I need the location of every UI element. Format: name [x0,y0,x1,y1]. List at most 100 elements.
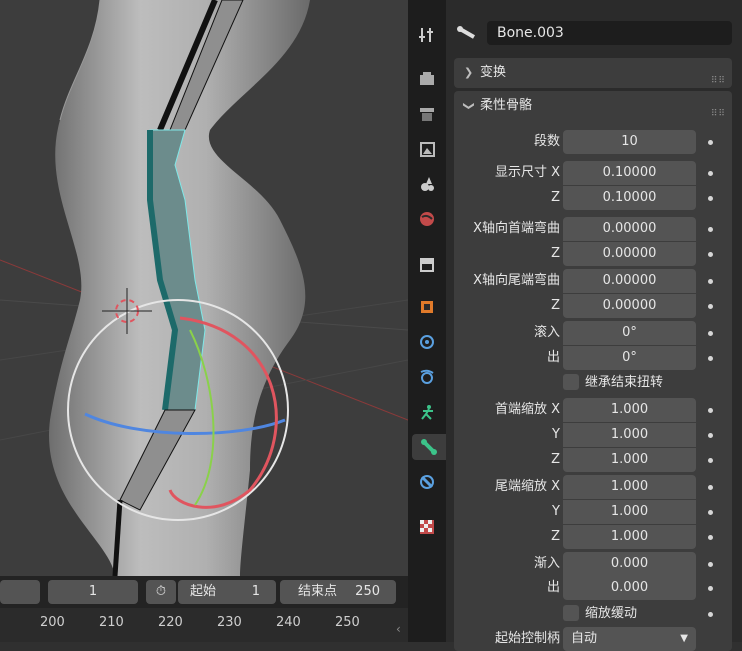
roll-in-label: 滚入 [533,325,560,340]
keyframe-dot-icon[interactable] [708,331,713,336]
curve-in-x-field[interactable]: 0.00000 [563,217,696,241]
keyframe-dot-icon[interactable] [708,227,713,232]
keyframe-dot-icon[interactable] [708,458,713,463]
scale-out-y-row: Y 1.000 [454,500,732,524]
ruler-tick: 250 [335,615,360,630]
keyframe-dot-icon[interactable] [708,586,713,591]
ease-out-label: 出 [546,580,560,595]
display-size-x-row: 显示尺寸 X 0.10000 [454,161,732,185]
scale-easing-row: 缩放缓动 [454,602,732,626]
scale-in-y-row: Y 1.000 [454,423,732,447]
ruler-tick: 230 [217,615,242,630]
bone-tab-icon[interactable] [412,434,446,460]
curve-out-x-row: X轴向尾端弯曲 0.00000 [454,269,732,293]
scale-in-z-row: Z 1.000 [454,448,732,472]
collection-tab-icon[interactable] [414,251,440,277]
bone-constraint-tab-icon[interactable] [414,469,440,495]
keyframe-dot-icon[interactable] [708,408,713,413]
curve-in-z-field[interactable]: 0.00000 [563,242,696,266]
ease-in-field[interactable]: 0.000 [563,552,696,576]
keyframe-dot-icon[interactable] [708,562,713,567]
curve-out-z-field[interactable]: 0.00000 [563,294,696,318]
timeline-left-field[interactable] [0,580,40,604]
ease-out-row: 出 0.000 [454,576,732,600]
ruler-tick: 200 [40,615,65,630]
physics-tab-icon[interactable] [414,364,440,390]
frame-ruler[interactable]: 200 210 220 230 240 250 ‹ [0,608,408,642]
object-constraint-tab-icon[interactable] [414,399,440,425]
keyframe-dot-icon[interactable] [708,252,713,257]
curve-in-x-row: X轴向首端弯曲 0.00000 [454,217,732,241]
keyframe-dot-icon[interactable] [708,433,713,438]
z-label: Z [551,246,560,261]
ruler-tick: 240 [276,615,301,630]
keyframe-dot-icon[interactable] [708,612,713,617]
world-tab-icon[interactable] [414,206,440,232]
roll-out-field[interactable]: 0° [563,346,696,370]
transform-panel[interactable]: ❯ 变换 ⠿⠿ [454,58,732,88]
start-frame-field[interactable]: 起始 1 [178,580,276,604]
curve-out-label: X轴向尾端弯曲 [473,273,560,288]
keyframe-dot-icon[interactable] [708,356,713,361]
transform-header[interactable]: ❯ 变换 ⠿⠿ [454,58,732,88]
z-label: Z [551,452,560,467]
texture-tab-icon[interactable] [414,514,440,540]
keyframe-dot-icon[interactable] [708,535,713,540]
scene-tab-icon[interactable] [414,171,440,197]
z-label: Z [551,190,560,205]
ruler-tick: 210 [99,615,124,630]
chevron-left-icon[interactable]: ‹ [396,622,401,636]
scale-in-z-field[interactable]: 1.000 [563,448,696,472]
keyframe-dot-icon[interactable] [708,304,713,309]
scale-in-x-field[interactable]: 1.000 [563,398,696,422]
timeline-header: 1 ⏱ 起始 1 结束点 250 [0,576,408,608]
scale-out-y-field[interactable]: 1.000 [563,500,696,524]
scale-out-z-row: Z 1.000 [454,525,732,549]
keyframe-dot-icon[interactable] [708,510,713,515]
roll-in-field[interactable]: 0° [563,321,696,345]
scale-out-x-field[interactable]: 1.000 [563,475,696,499]
keyframe-dot-icon[interactable] [708,279,713,284]
segments-row: 段数 10 [454,130,732,154]
start-frame-value: 1 [251,584,260,599]
ease-in-label: 渐入 [533,556,560,571]
segments-field[interactable]: 10 [563,130,696,154]
current-frame-field[interactable]: 1 [48,580,138,604]
curve-out-x-field[interactable]: 0.00000 [563,269,696,293]
scale-easing-label: 缩放缓动 [585,606,638,621]
keyframe-dot-icon[interactable] [708,485,713,490]
render-tab-icon[interactable] [414,66,440,92]
display-size-z-field[interactable]: 0.10000 [563,186,696,210]
modifiers-tab-icon[interactable] [414,329,440,355]
scale-out-z-field[interactable]: 1.000 [563,525,696,549]
bone-name-field[interactable]: Bone.003 [487,21,732,45]
stopwatch-icon[interactable]: ⏱ [146,580,176,604]
bendy-bones-header[interactable]: ❯ 柔性骨骼 ⠿⠿ [454,91,732,121]
object-tab-icon[interactable] [414,294,440,320]
scale-in-x-row: 首端缩放 X 1.000 [454,398,732,422]
scale-in-y-field[interactable]: 1.000 [563,423,696,447]
3d-viewport[interactable] [0,0,408,576]
keyframe-dot-icon[interactable] [708,196,713,201]
view-layer-tab-icon[interactable] [414,136,440,162]
display-size-x-field[interactable]: 0.10000 [563,161,696,185]
start-handle-row: 起始控制柄 自动 ▼ [454,627,732,651]
keyframe-dot-icon[interactable] [708,171,713,176]
scale-easing-checkbox[interactable] [563,605,579,621]
end-frame-field[interactable]: 结束点 250 [280,580,396,604]
z-label: Z [551,298,560,313]
segments-label: 段数 [533,134,560,149]
start-handle-label: 起始控制柄 [494,631,560,646]
start-handle-dropdown[interactable]: 自动 ▼ [563,627,696,651]
drag-handle-icon[interactable]: ⠿⠿ [711,99,726,129]
bone-name-header: Bone.003 [446,0,742,50]
inherit-roll-checkbox[interactable] [563,374,579,390]
tool-tab-icon[interactable] [414,22,440,48]
ease-out-field[interactable]: 0.000 [563,576,696,600]
keyframe-dot-icon[interactable] [708,140,713,145]
y-label: Y [552,427,560,442]
properties-tabs [408,0,446,642]
chevron-down-icon: ❯ [462,101,476,111]
output-tab-icon[interactable] [414,101,440,127]
bone-icon [456,25,476,45]
